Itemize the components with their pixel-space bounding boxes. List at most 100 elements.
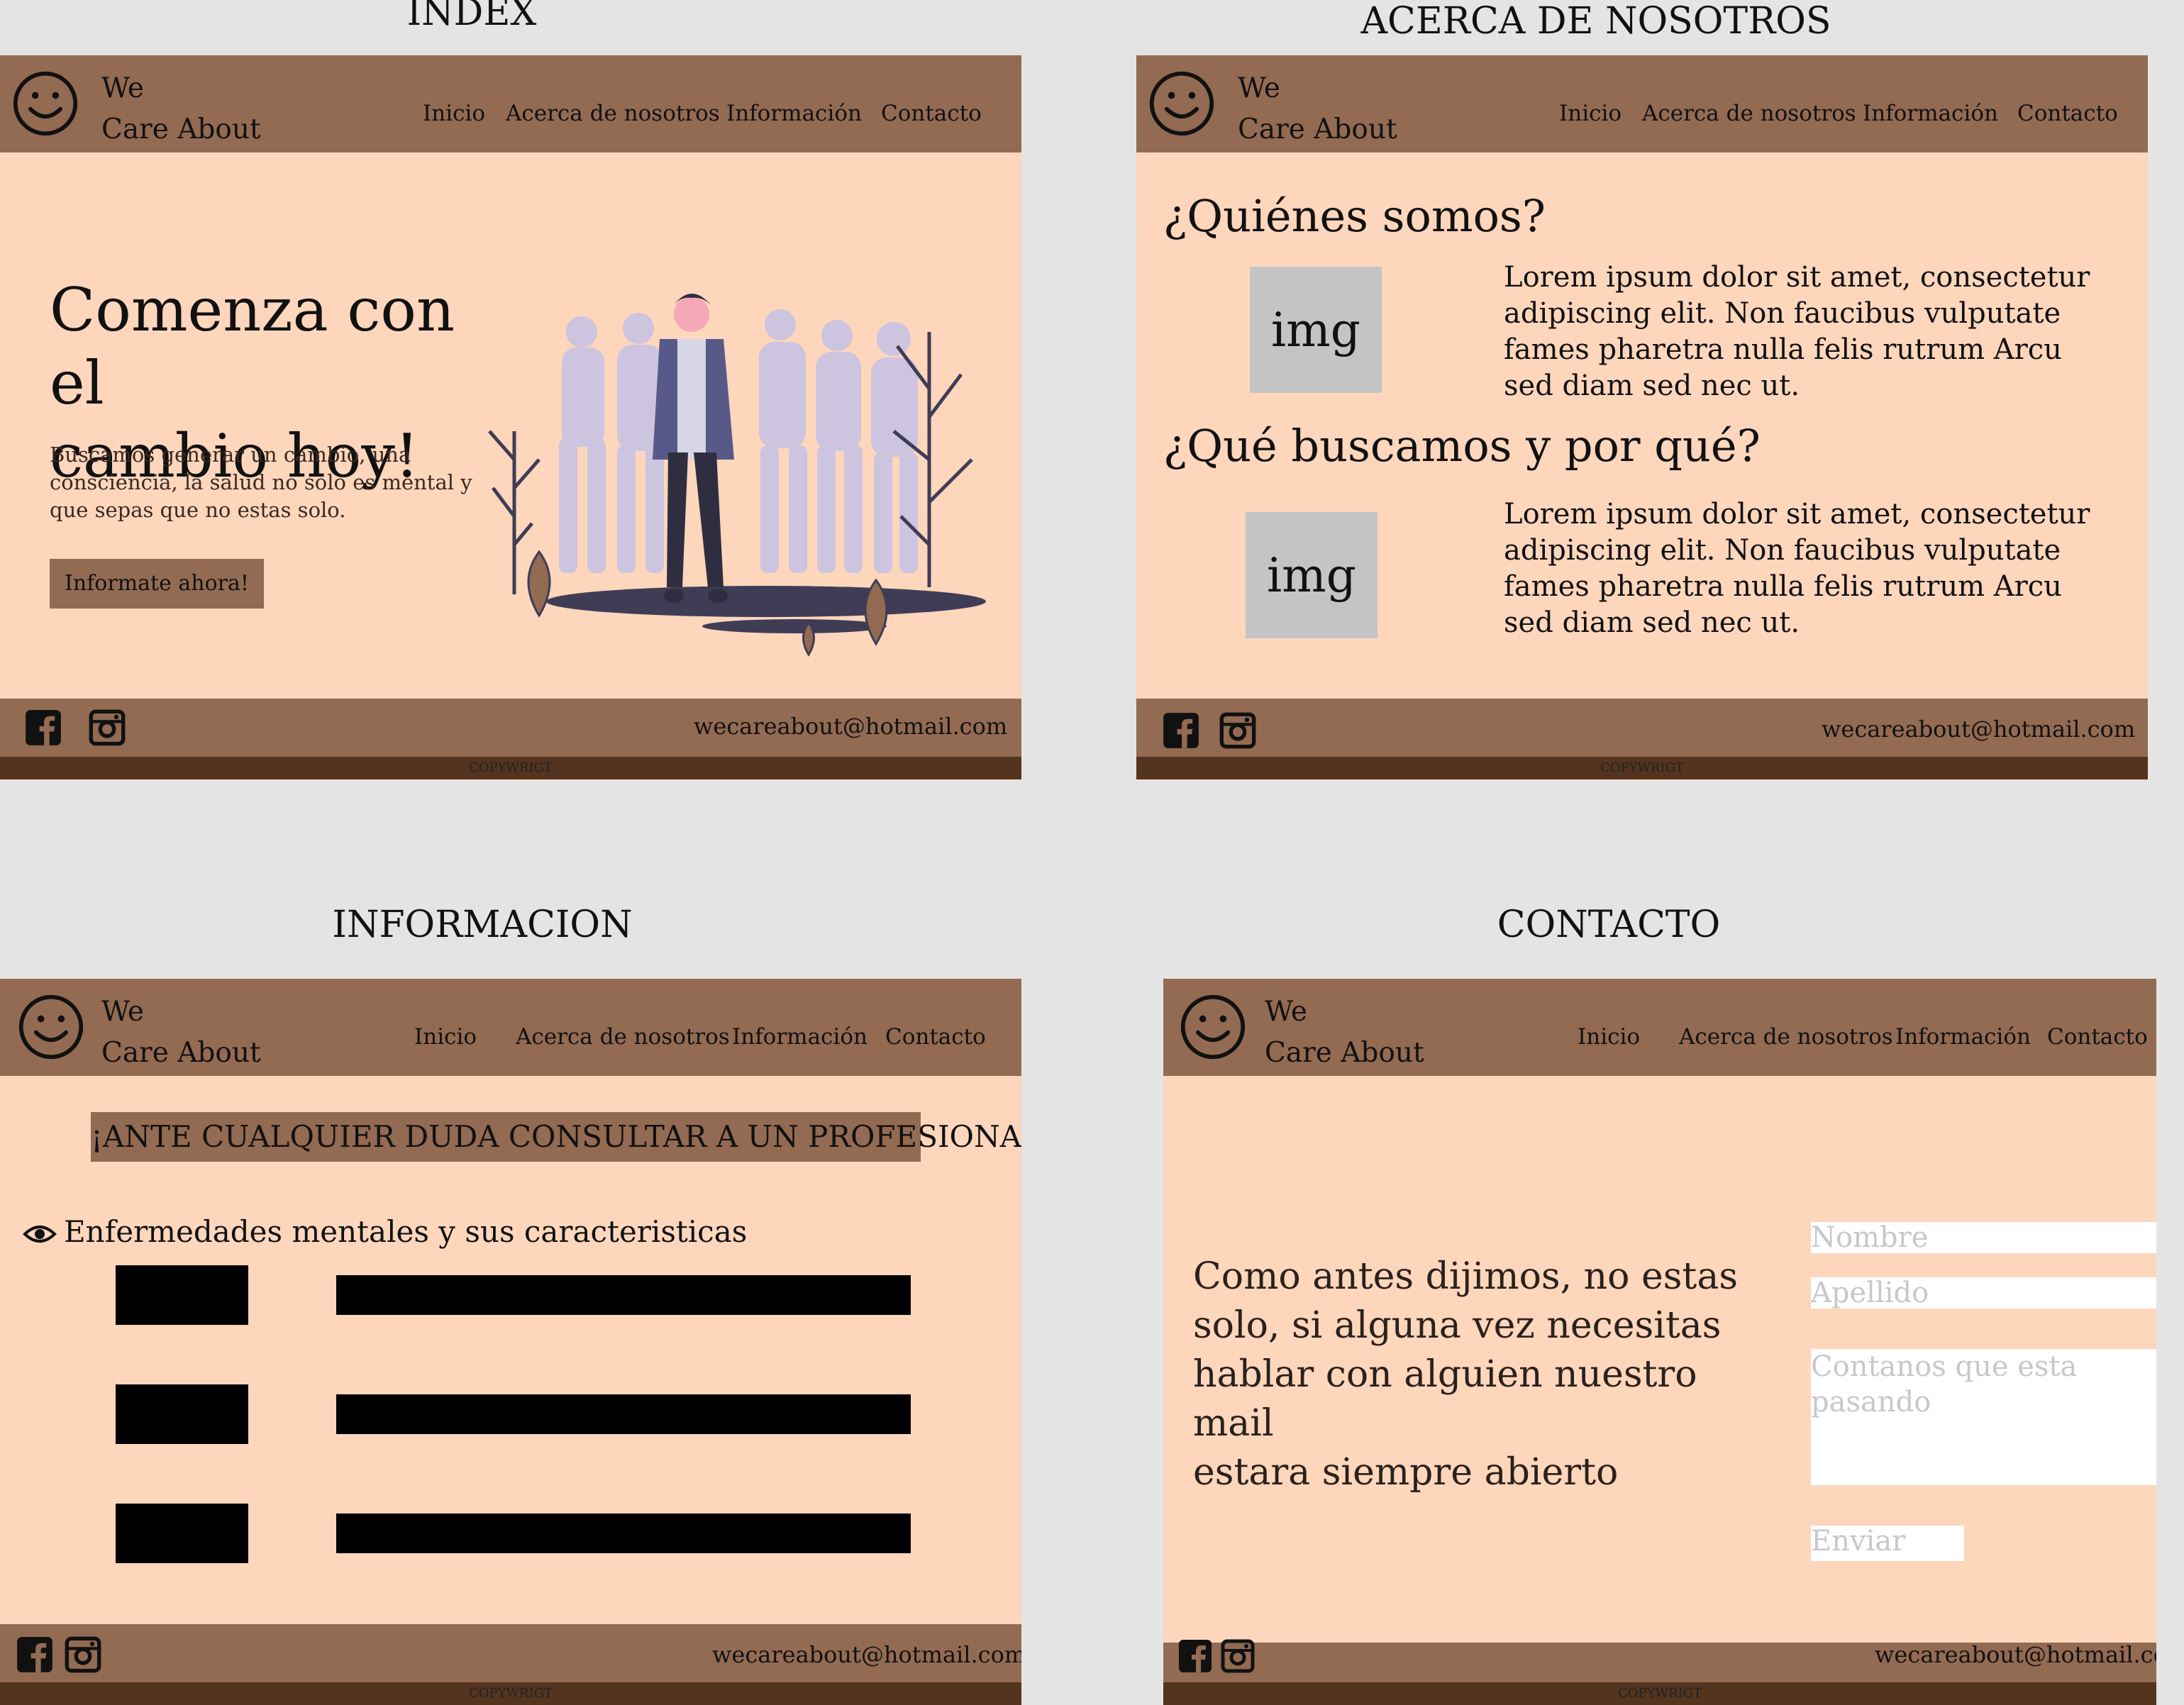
about-text-2-line1: Lorem ipsum dolor sit amet, consectetur [1504, 498, 2090, 531]
nombre-input[interactable]: Nombre [1811, 1222, 2156, 1253]
copyright-bar: COPYWRIGT [0, 1682, 1021, 1705]
contact-text-line4: estara siempre abierto [1193, 1451, 1619, 1494]
info-bar-3 [336, 1514, 911, 1553]
contact-text-line2: solo, si alguna vez necesitas [1193, 1304, 1722, 1347]
people-illustration [488, 294, 986, 657]
nav-acerca[interactable]: Acerca de nosotros [1679, 1024, 1893, 1050]
label-contact: CONTACTO [1497, 904, 1721, 946]
nav-contacto[interactable]: Contacto [881, 101, 982, 126]
info-bar-2 [336, 1394, 911, 1434]
instagram-icon[interactable] [88, 709, 126, 747]
facebook-icon[interactable] [24, 709, 62, 747]
instagram-icon[interactable] [1220, 1638, 1255, 1674]
brand-line2: Care About [101, 1037, 261, 1069]
about-text-1-line3: fames pharetra nulla felis rutrum Arcu [1504, 333, 2062, 366]
copyright-bar: COPYWRIGT [0, 757, 1021, 779]
instagram-icon[interactable] [1219, 711, 1257, 750]
nav-acerca[interactable]: Acerca de nosotros [1642, 101, 1856, 126]
contact-page: We Care About Inicio Acerca de nosotros … [1163, 979, 2156, 1705]
footer-email[interactable]: wecareabout@hotmail.com [694, 713, 1007, 740]
contact-text-line3: hablar con alguien nuestro mail [1193, 1353, 1697, 1445]
heading-que-buscamos: ¿Qué buscamos y por qué? [1163, 420, 1761, 472]
hero-text-line3: que sepas que no estas solo. [50, 498, 346, 522]
copyright-text: COPYWRIGT [1617, 1686, 1702, 1701]
navbar: We Care About Inicio Acerca de nosotros … [0, 55, 1021, 152]
nav-contacto[interactable]: Contacto [2017, 101, 2118, 126]
facebook-icon[interactable] [1162, 711, 1200, 750]
facebook-icon[interactable] [1177, 1638, 1213, 1674]
heading-quienes-somos: ¿Quiénes somos? [1163, 190, 1546, 242]
nav-informacion[interactable]: Información [726, 101, 862, 126]
brand-line1: We [1238, 72, 1280, 104]
brand-line2: Care About [1238, 113, 1397, 145]
about-text-2-line4: sed diam sed nec ut. [1504, 606, 1800, 639]
nav-contacto[interactable]: Contacto [885, 1024, 986, 1050]
copyright-bar: COPYWRIGT [1163, 1682, 2156, 1705]
about-page: We Care About Inicio Acerca de nosotros … [1136, 55, 2148, 780]
brand-line1: We [101, 72, 144, 104]
nav-informacion[interactable]: Información [1895, 1024, 2031, 1050]
hero-title-line1: Comenza con el [50, 275, 455, 418]
section-title: Enfermedades mentales y sus caracteristi… [64, 1214, 748, 1249]
nav-inicio[interactable]: Inicio [1559, 101, 1622, 126]
nav-informacion[interactable]: Información [732, 1024, 867, 1050]
copyright-text: COPYWRIGT [468, 760, 553, 775]
copyright-text: COPYWRIGT [468, 1686, 553, 1701]
contact-text: Como antes dijimos, no estas solo, si al… [1193, 1253, 1775, 1497]
about-text-1-line4: sed diam sed nec ut. [1504, 370, 1800, 402]
copyright-bar: COPYWRIGT [1136, 757, 2148, 779]
image-placeholder-2: img [1246, 512, 1378, 638]
brand-line2: Care About [101, 113, 261, 145]
footer-email[interactable]: wecareabout@hotmail.com [1822, 716, 2135, 743]
navbar: We Care About Inicio Acerca de nosotros … [1163, 979, 2156, 1076]
eye-icon [23, 1226, 57, 1243]
about-text-1-line1: Lorem ipsum dolor sit amet, consectetur [1504, 261, 2090, 294]
informate-button[interactable]: Informate ahora! [50, 559, 264, 609]
smiley-logo-icon[interactable] [14, 993, 88, 1061]
footer: wecareabout@hotmail.com [0, 699, 1021, 757]
info-page: We Care About Inicio Acerca de nosotros … [0, 979, 1021, 1705]
footer: wecareabout@hotmail.com [0, 1624, 1021, 1682]
info-thumb-3 [116, 1504, 248, 1563]
about-text-1: Lorem ipsum dolor sit amet, consectetur … [1504, 260, 2128, 404]
about-text-2-line3: fames pharetra nulla felis rutrum Arcu [1504, 570, 2062, 603]
footer-email[interactable]: wecareabout@hotmail.com [712, 1641, 1021, 1668]
nav-informacion[interactable]: Información [1863, 101, 1998, 126]
hero-text: Buscamos generar un cambio, una conscien… [50, 441, 489, 524]
contact-text-line1: Como antes dijimos, no estas [1193, 1255, 1739, 1298]
info-thumb-2 [116, 1384, 248, 1444]
smiley-logo-icon[interactable] [1176, 993, 1250, 1061]
brand-name[interactable]: We Care About [101, 68, 261, 150]
smiley-logo-icon[interactable] [1145, 70, 1219, 138]
navbar: We Care About Inicio Acerca de nosotros … [0, 979, 1021, 1076]
info-bar-1 [336, 1275, 911, 1315]
instagram-icon[interactable] [64, 1635, 102, 1674]
nav-contacto[interactable]: Contacto [2047, 1024, 2148, 1050]
image-placeholder-1: img [1250, 267, 1382, 393]
about-text-1-line2: adipiscing elit. Non faucibus vulputate [1504, 297, 2061, 330]
nav-inicio[interactable]: Inicio [414, 1024, 477, 1050]
footer-email[interactable]: wecareabout@hotmail.com [1875, 1641, 2156, 1668]
mensaje-textarea[interactable]: Contanos que esta pasando [1811, 1349, 2156, 1485]
brand-line1: We [1265, 996, 1307, 1028]
brand-name[interactable]: We Care About [101, 992, 261, 1074]
nav-acerca[interactable]: Acerca de nosotros [516, 1024, 730, 1050]
hero-text-line1: Buscamos generar un cambio, una [50, 443, 411, 467]
brand-line1: We [101, 996, 144, 1028]
nav-inicio[interactable]: Inicio [1578, 1024, 1640, 1050]
apellido-input[interactable]: Apellido [1811, 1277, 2156, 1309]
about-text-2-line2: adipiscing elit. Non faucibus vulputate [1504, 534, 2061, 567]
nav-inicio[interactable]: Inicio [423, 101, 485, 126]
nav-acerca[interactable]: Acerca de nosotros [506, 101, 720, 126]
brand-name[interactable]: We Care About [1238, 68, 1397, 150]
navbar: We Care About Inicio Acerca de nosotros … [1136, 55, 2148, 152]
brand-name[interactable]: We Care About [1265, 992, 1424, 1074]
facebook-icon[interactable] [16, 1635, 54, 1674]
smiley-logo-icon[interactable] [9, 70, 82, 138]
label-index: INDEX [406, 0, 537, 34]
label-about: ACERCA DE NOSOTROS [1360, 0, 1831, 43]
brand-line2: Care About [1265, 1037, 1424, 1069]
enviar-button[interactable]: Enviar [1811, 1526, 1964, 1561]
warning-banner: ¡ANTE CUALQUIER DUDA CONSULTAR A UN PROF… [91, 1112, 1021, 1162]
label-info: INFORMACION [332, 904, 633, 946]
